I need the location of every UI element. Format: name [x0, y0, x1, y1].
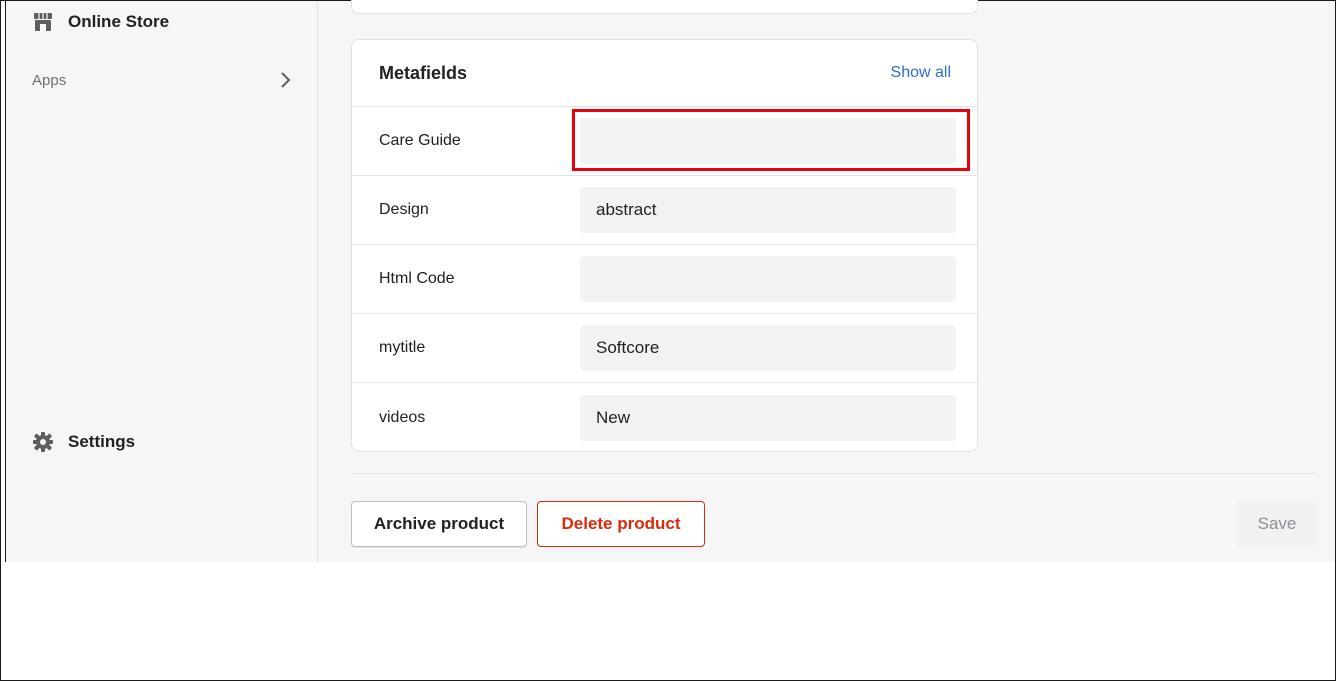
sidebar-item-apps[interactable]: Apps — [32, 72, 66, 89]
save-button[interactable]: Save — [1237, 501, 1317, 547]
metafield-label: Care Guide — [379, 132, 461, 149]
metafield-row-mytitle: mytitle Softcore — [352, 314, 977, 383]
metafield-input-html-code[interactable] — [580, 256, 956, 302]
metafield-input-design[interactable]: abstract — [580, 187, 956, 233]
sidebar-item-settings[interactable]: Settings — [32, 431, 135, 453]
metafield-row-videos: videos New — [352, 383, 977, 451]
metafield-label: Html Code — [379, 270, 455, 287]
gear-icon — [32, 431, 54, 453]
metafield-input-care-guide[interactable] — [580, 118, 956, 164]
store-icon — [32, 11, 54, 33]
sidebar: Online Store Apps Settings — [6, 1, 318, 562]
metafield-label: mytitle — [379, 339, 426, 356]
metafield-row-design: Design abstract — [352, 176, 977, 245]
archive-product-button[interactable]: Archive product — [351, 501, 527, 547]
metafields-card: Metafields Show all Care Guide Design ab… — [351, 39, 978, 452]
metafield-label: videos — [379, 408, 426, 426]
admin-app: Online Store Apps Settings Metafields Sh… — [5, 0, 1335, 562]
card-header: Metafields Show all — [352, 40, 977, 107]
metafield-row-care-guide: Care Guide — [352, 107, 977, 176]
metafield-input-mytitle[interactable]: Softcore — [580, 325, 956, 371]
sidebar-item-online-store[interactable]: Online Store — [32, 11, 169, 33]
delete-product-button[interactable]: Delete product — [537, 501, 705, 547]
metafield-label: Design — [379, 201, 429, 218]
screenshot-frame: Online Store Apps Settings Metafields Sh… — [0, 0, 1336, 681]
sidebar-item-label: Online Store — [68, 12, 170, 31]
card-title: Metafields — [379, 62, 468, 83]
chevron-right-icon[interactable] — [274, 69, 296, 91]
metafield-row-html-code: Html Code — [352, 245, 977, 314]
previous-card — [351, 0, 978, 14]
show-all-link[interactable]: Show all — [891, 64, 951, 82]
divider — [351, 473, 1317, 474]
sidebar-item-label: Settings — [68, 432, 136, 451]
metafield-input-videos[interactable]: New — [580, 394, 956, 441]
